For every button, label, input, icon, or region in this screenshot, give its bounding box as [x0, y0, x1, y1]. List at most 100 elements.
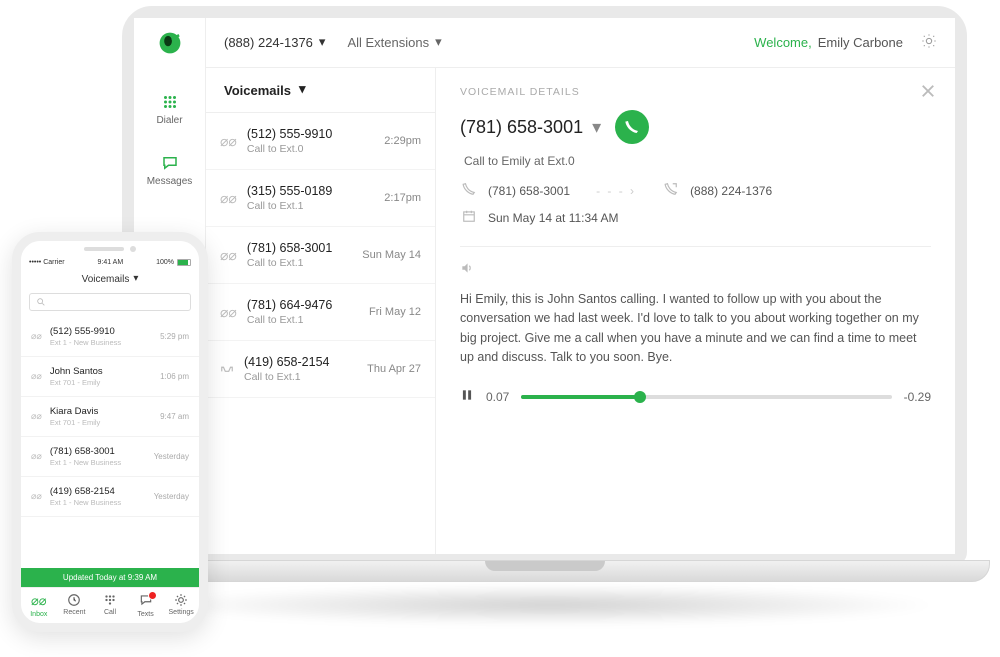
- search-icon: [36, 297, 46, 307]
- voicemail-time: Fri May 12: [369, 306, 421, 318]
- phone-out-icon: [662, 182, 680, 199]
- phone-voicemail-row[interactable]: ⌀⌀ Kiara Davis Ext 701 - Emily 9:47 am: [21, 397, 199, 437]
- phone-header-label: Voicemails: [82, 274, 130, 285]
- content: Voicemails ▾ ⌀⌀ (512) 555-9910 Call to E…: [206, 68, 955, 554]
- clock-label: 9:41 AM: [98, 259, 124, 266]
- voicemail-number: (781) 664-9476: [247, 298, 359, 312]
- speaker-icon: [460, 261, 931, 280]
- voicemail-icon: ⌀⌀: [220, 304, 237, 321]
- phone-row-time: 5:29 pm: [160, 332, 189, 341]
- tab-label: Call: [104, 609, 116, 616]
- elapsed-time: 0.07: [486, 390, 509, 404]
- voicemail-row[interactable]: ⌀⌀ (781) 664-9476 Call to Ext.1 Fri May …: [206, 284, 435, 341]
- chevron-down-icon: ▾: [435, 34, 442, 50]
- phone-voicemail-list: ⌀⌀ (512) 555-9910 Ext 1 - New Business 5…: [21, 317, 199, 568]
- voicemail-time: 2:17pm: [384, 192, 421, 204]
- account-phone-number: (888) 224-1376: [224, 35, 313, 50]
- tab-settings[interactable]: Settings: [163, 588, 199, 623]
- chevron-down-icon: ▾: [592, 117, 601, 137]
- close-button[interactable]: [919, 82, 937, 105]
- phone-status-bar: ••••• Carrier 9:41 AM 100%: [21, 257, 199, 268]
- nav-dialer[interactable]: Dialer: [134, 79, 205, 140]
- tab-call[interactable]: Call: [92, 588, 128, 623]
- voicemail-time: 2:29pm: [384, 135, 421, 147]
- detail-phone-select[interactable]: (781) 658-3001 ▾: [460, 117, 601, 138]
- account-phone-select[interactable]: (888) 224-1376 ▾: [224, 35, 325, 51]
- chevron-down-icon: ▾: [299, 81, 306, 97]
- calendar-icon: [460, 209, 478, 226]
- voicemail-row[interactable]: (419) 658-2154 Call to Ext.1 Thu Apr 27: [206, 341, 435, 398]
- tab-inbox[interactable]: ⌀⌀ Inbox: [21, 588, 57, 623]
- voicemail-icon: ⌀⌀: [220, 133, 237, 150]
- seek-track[interactable]: [521, 395, 891, 399]
- arrow-icon: - - - ›: [596, 184, 636, 198]
- voicemail-number: (419) 658-2154: [244, 355, 357, 369]
- phone-voicemail-row[interactable]: ⌀⌀ (419) 658-2154 Ext 1 - New Business Y…: [21, 477, 199, 517]
- voicemail-number: (512) 555-9910: [247, 127, 374, 141]
- laptop-frame: Dialer Messages (888) 224-1376 ▾ All Ext…: [122, 6, 967, 566]
- call-button[interactable]: [615, 110, 649, 144]
- seek-thumb[interactable]: [634, 391, 646, 403]
- pause-button[interactable]: [460, 388, 474, 407]
- voicemail-icon: ⌀⌀: [31, 451, 42, 462]
- divider: [460, 246, 931, 247]
- laptop-shadow: [160, 585, 940, 625]
- details-title: VOICEMAIL DETAILS: [460, 86, 931, 98]
- battery-pct: 100%: [156, 259, 174, 266]
- tab-label: Texts: [137, 611, 153, 618]
- phone-row-sub: Ext 701 - Emily: [50, 418, 152, 427]
- detail-phone-number: (781) 658-3001: [460, 117, 583, 137]
- tab-label: Recent: [63, 609, 85, 616]
- phone-voicemail-row[interactable]: ⌀⌀ John Santos Ext 701 - Emily 1:06 pm: [21, 357, 199, 397]
- voicemail-icon: ⌀⌀: [31, 331, 42, 342]
- tab-recent[interactable]: Recent: [57, 588, 93, 623]
- phone-row-time: 9:47 am: [160, 412, 189, 421]
- close-icon: [919, 82, 937, 100]
- voicemail-ext: Call to Ext.0: [247, 143, 374, 155]
- detail-route: (781) 658-3001 - - - › (888) 224-1376: [460, 182, 931, 199]
- desktop-screen: Dialer Messages (888) 224-1376 ▾ All Ext…: [134, 18, 955, 554]
- voicemail-row[interactable]: ⌀⌀ (315) 555-0189 Call to Ext.1 2:17pm: [206, 170, 435, 227]
- phone-frame: ••••• Carrier 9:41 AM 100% Voicemails ▾ …: [12, 232, 208, 632]
- seek-fill: [521, 395, 639, 399]
- voicemail-list-filter[interactable]: Voicemails ▾: [206, 68, 435, 113]
- nav-dialer-label: Dialer: [156, 115, 182, 126]
- voicemail-details: VOICEMAIL DETAILS (781) 658-3001 ▾ Ca: [436, 68, 955, 554]
- dialpad-icon: [161, 93, 179, 111]
- phone-row-label: John Santos: [50, 366, 152, 377]
- phone-voicemail-row[interactable]: ⌀⌀ (781) 658-3001 Ext 1 - New Business Y…: [21, 437, 199, 477]
- tab-label: Inbox: [30, 611, 47, 618]
- settings-button[interactable]: [921, 33, 937, 52]
- voicemail-icon: [220, 361, 234, 377]
- phone-voicemail-row[interactable]: ⌀⌀ (512) 555-9910 Ext 1 - New Business 5…: [21, 317, 199, 357]
- extensions-select[interactable]: All Extensions ▾: [347, 35, 441, 51]
- laptop-base: [100, 560, 990, 582]
- badge-dot: [139, 593, 153, 609]
- clock-icon: [67, 593, 81, 607]
- phone-row-label: Kiara Davis: [50, 406, 152, 417]
- transcript-text: Hi Emily, this is John Santos calling. I…: [460, 290, 931, 368]
- voicemail-number: (315) 555-0189: [247, 184, 374, 198]
- phone-row-sub: Ext 701 - Emily: [50, 378, 152, 387]
- phone-row-time: Yesterday: [154, 452, 189, 461]
- voicemail-row[interactable]: ⌀⌀ (512) 555-9910 Call to Ext.0 2:29pm: [206, 113, 435, 170]
- voicemail-row[interactable]: ⌀⌀ (781) 658-3001 Call to Ext.1 Sun May …: [206, 227, 435, 284]
- nav-messages-label: Messages: [147, 176, 193, 187]
- voicemail-list: Voicemails ▾ ⌀⌀ (512) 555-9910 Call to E…: [206, 68, 436, 554]
- phone-row-sub: Ext 1 - New Business: [50, 458, 146, 467]
- detail-call-to: Call to Emily at Ext.0: [464, 154, 931, 168]
- chat-icon: [161, 154, 179, 172]
- phone-list-filter[interactable]: Voicemails ▾: [21, 268, 199, 289]
- phone-search-input[interactable]: [29, 293, 191, 311]
- nav-messages[interactable]: Messages: [134, 140, 205, 201]
- extensions-label: All Extensions: [347, 35, 429, 50]
- app-logo-icon: [157, 30, 183, 61]
- chevron-down-icon: ▾: [133, 273, 138, 284]
- voicemail-icon: ⌀⌀: [31, 411, 42, 422]
- chat-icon: [139, 593, 153, 607]
- phone-updated-banner: Updated Today at 9:39 AM: [21, 568, 199, 587]
- tab-texts[interactable]: Texts: [128, 588, 164, 623]
- voicemail-ext: Call to Ext.1: [247, 314, 359, 326]
- phone-row-sub: Ext 1 - New Business: [50, 498, 146, 507]
- tab-label: Settings: [169, 609, 194, 616]
